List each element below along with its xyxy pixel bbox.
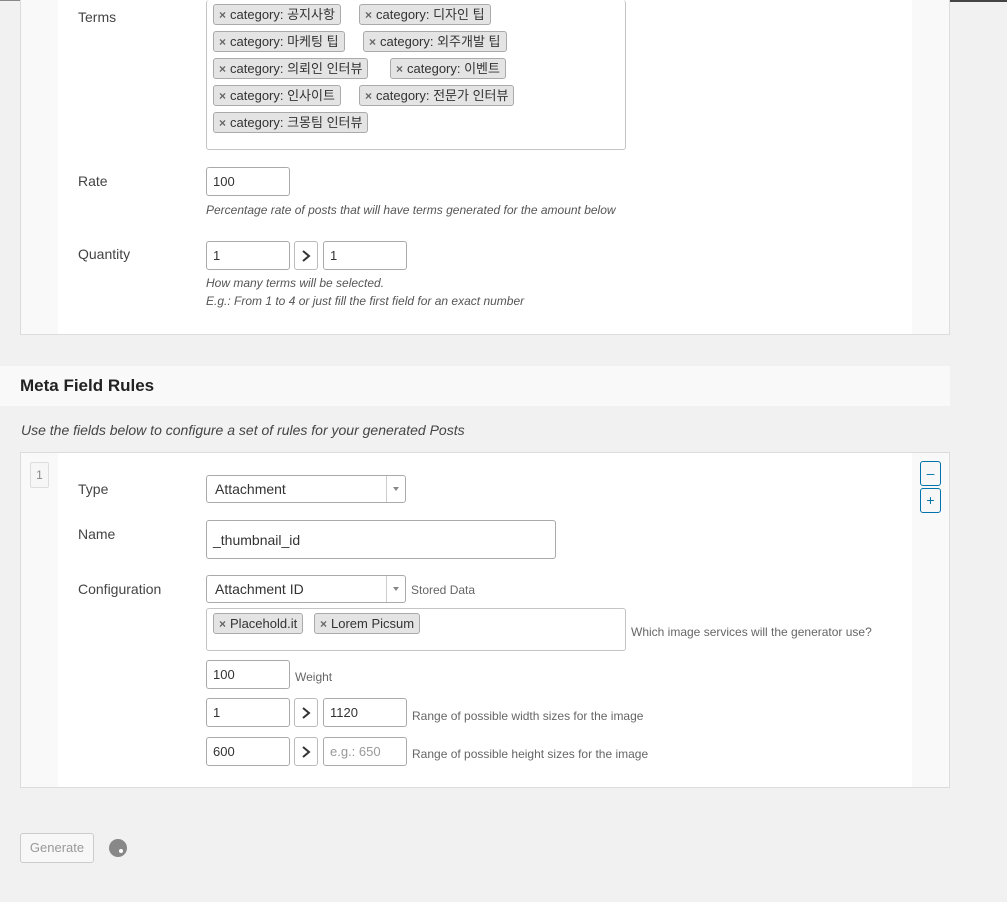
height-note: Range of possible height sizes for the i… bbox=[412, 747, 649, 761]
chevron-right-icon bbox=[302, 250, 311, 262]
remove-tag-icon[interactable]: × bbox=[365, 8, 372, 22]
weight-note: Weight bbox=[295, 670, 333, 684]
stored-data-note: Stored Data bbox=[411, 583, 476, 597]
remove-tag-icon[interactable]: × bbox=[219, 35, 226, 49]
remove-rule-button[interactable]: – bbox=[920, 461, 941, 486]
remove-tag-icon[interactable]: × bbox=[219, 617, 226, 631]
term-tag: × category: 크몽팀 인터뷰 bbox=[213, 112, 369, 133]
width-min-input[interactable]: 1 bbox=[206, 698, 290, 727]
type-select[interactable]: Attachment bbox=[206, 475, 406, 503]
rate-help: Percentage rate of posts that will have … bbox=[206, 203, 616, 217]
configuration-select-value: Attachment ID bbox=[215, 581, 304, 597]
term-tag: × category: 외주개발 팁 bbox=[363, 31, 507, 52]
weight-input[interactable]: 100 bbox=[206, 660, 290, 689]
name-input[interactable]: _thumbnail_id bbox=[206, 520, 556, 559]
width-max-input[interactable]: 1120 bbox=[323, 698, 407, 727]
width-range-button[interactable] bbox=[294, 698, 318, 727]
meta-heading: Meta Field Rules bbox=[20, 376, 155, 395]
chevron-down-icon bbox=[393, 587, 399, 591]
quantity-range-button[interactable] bbox=[294, 241, 318, 270]
term-tag: × category: 의뢰인 인터뷰 bbox=[213, 58, 369, 79]
term-tag: × category: 디자인 팁 bbox=[359, 4, 491, 25]
term-tag: × category: 전문가 인터뷰 bbox=[359, 85, 515, 106]
height-max-input[interactable]: e.g.: 650 bbox=[323, 737, 407, 766]
configuration-label: Configuration bbox=[78, 581, 162, 597]
width-note: Range of possible width sizes for the im… bbox=[412, 709, 644, 723]
top-border-right bbox=[950, 0, 1007, 2]
configuration-select[interactable]: Attachment ID bbox=[206, 575, 406, 603]
quantity-help-1: How many terms will be selected. bbox=[206, 276, 385, 290]
type-select-value: Attachment bbox=[215, 481, 286, 497]
generate-button[interactable]: Generate bbox=[20, 833, 94, 863]
quantity-min-input[interactable]: 1 bbox=[206, 241, 290, 270]
add-rule-button[interactable]: + bbox=[920, 488, 941, 513]
rate-label: Rate bbox=[78, 173, 108, 189]
select-divider bbox=[386, 476, 387, 502]
remove-tag-icon[interactable]: × bbox=[219, 8, 226, 22]
term-tag: × category: 이벤트 bbox=[390, 58, 506, 79]
terms-label: Terms bbox=[78, 9, 117, 25]
chevron-right-icon bbox=[302, 746, 311, 758]
quantity-max-input[interactable]: 1 bbox=[323, 241, 407, 270]
quantity-label: Quantity bbox=[78, 246, 131, 262]
select-divider bbox=[386, 576, 387, 602]
remove-tag-icon[interactable]: × bbox=[219, 89, 226, 103]
service-tag: × Lorem Picsum bbox=[314, 613, 421, 634]
remove-tag-icon[interactable]: × bbox=[219, 62, 226, 76]
remove-tag-icon[interactable]: × bbox=[219, 116, 226, 130]
image-services-note: Which image services will the generator … bbox=[631, 625, 872, 639]
term-tag: × category: 마케팅 팁 bbox=[213, 31, 345, 52]
meta-description: Use the fields below to configure a set … bbox=[21, 422, 465, 438]
remove-tag-icon[interactable]: × bbox=[365, 89, 372, 103]
remove-tag-icon[interactable]: × bbox=[320, 617, 327, 631]
term-tag: × category: 공지사항 bbox=[213, 4, 341, 25]
chevron-down-icon bbox=[393, 487, 399, 491]
rule-number-badge: 1 bbox=[30, 462, 49, 488]
chevron-right-icon bbox=[302, 707, 311, 719]
quantity-help-2: E.g.: From 1 to 4 or just fill the first… bbox=[206, 294, 525, 308]
remove-tag-icon[interactable]: × bbox=[369, 35, 376, 49]
rate-input[interactable]: 100 bbox=[206, 167, 290, 196]
type-label: Type bbox=[78, 481, 109, 497]
service-tag: × Placehold.it bbox=[213, 613, 304, 634]
height-range-button[interactable] bbox=[294, 737, 318, 766]
name-label: Name bbox=[78, 526, 116, 542]
spinner-icon bbox=[109, 839, 127, 857]
remove-tag-icon[interactable]: × bbox=[396, 62, 403, 76]
height-min-input[interactable]: 600 bbox=[206, 737, 290, 766]
term-tag: × category: 인사이트 bbox=[213, 85, 341, 106]
